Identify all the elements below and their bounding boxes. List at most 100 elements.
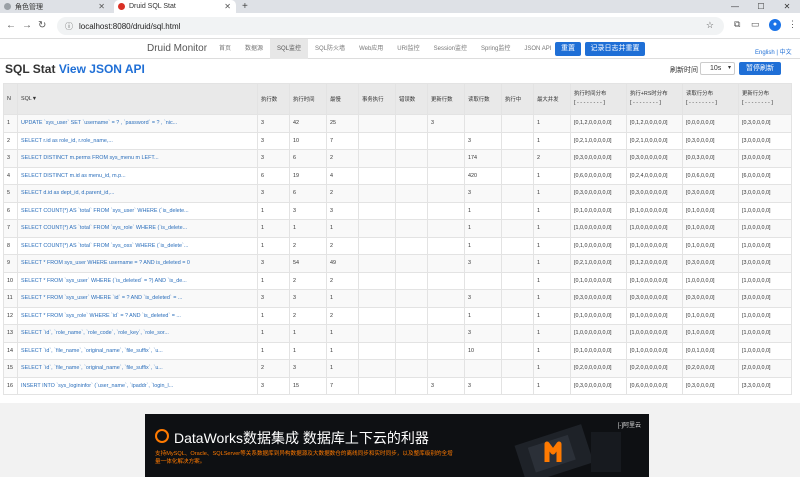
- table-cell: [0,1,0,0,0,0]: [682, 324, 739, 343]
- url-field[interactable]: ⓘ localhost:8080/druid/sql.html ☆: [57, 17, 724, 35]
- page-title-text: SQL Stat: [5, 62, 56, 76]
- table-cell: 3: [257, 149, 290, 168]
- forward-icon[interactable]: →: [22, 20, 32, 31]
- table-cell: 13: [3, 324, 18, 343]
- table-cell: [358, 166, 396, 185]
- table-header-col-exec-rs-dist: 执行+RS时分布 [ - - - - - - - - ]: [626, 83, 683, 115]
- table-cell: [1,0,0,0,0,0,0,0]: [570, 324, 627, 343]
- brand-title[interactable]: Druid Monitor: [147, 43, 207, 54]
- table-cell: [427, 236, 465, 255]
- refresh-interval-select[interactable]: 10s ▾: [700, 62, 735, 75]
- nav-sql-firewall[interactable]: SQL防火墙: [308, 39, 352, 59]
- language-switch: English | 中文: [755, 47, 792, 56]
- menu-kebab-icon[interactable]: ⋮: [788, 19, 797, 30]
- table-cell: [395, 359, 428, 378]
- sql-link[interactable]: SELECT * FROM `sys_role` WHERE `id` = ? …: [17, 306, 258, 325]
- table-header-col-sql[interactable]: SQL▼: [17, 83, 258, 115]
- table-cell: [358, 324, 396, 343]
- table-header-col-read-row-dist: 读取行分布 [ - - - - - - - - ]: [682, 83, 739, 115]
- table-cell: 1: [533, 201, 571, 220]
- table-cell: [395, 324, 428, 343]
- table-cell: 7: [3, 219, 18, 238]
- table-cell: [395, 306, 428, 325]
- lang-chinese-link[interactable]: 中文: [780, 50, 792, 56]
- table-cell: [427, 271, 465, 290]
- table-cell: [3,0,0,0,0,0]: [738, 149, 792, 168]
- dataworks-ad-banner[interactable]: DataWorks数据集成 数据库上下云的利器 支持MySQL、Oracle、S…: [145, 414, 649, 477]
- sql-link[interactable]: SELECT r.id as role_id, r.role_name,...: [17, 131, 258, 150]
- browser-tab-role-management[interactable]: 角色管理 ✕: [0, 0, 110, 13]
- sql-link[interactable]: SELECT `id`, `file_name`, `original_name…: [17, 341, 258, 360]
- nav-sql-monitor[interactable]: SQL监控: [270, 39, 309, 59]
- bookmark-star-icon[interactable]: ☆: [706, 20, 714, 31]
- table-cell: [0,3,0,0,0,0,0,0]: [570, 184, 627, 203]
- maximize-icon[interactable]: ☐: [748, 0, 774, 13]
- sql-link[interactable]: SELECT COUNT(*) AS `total` FROM `sys_rol…: [17, 219, 258, 238]
- lang-english-link[interactable]: English: [755, 50, 775, 56]
- close-icon[interactable]: ✕: [98, 2, 105, 11]
- table-cell: [358, 306, 396, 325]
- refresh-interval-label: 刷新时间: [670, 67, 698, 74]
- table-cell: [464, 271, 502, 290]
- table-cell: 4: [326, 166, 359, 185]
- page-favicon-icon: [4, 3, 11, 10]
- reload-icon[interactable]: ↻: [38, 20, 46, 31]
- sql-link[interactable]: SELECT DISTINCT m.id as menu_id, m.p...: [17, 166, 258, 185]
- nav-uri-monitor[interactable]: URI监控: [390, 39, 426, 59]
- table-row: 14 SELECT `id`, `file_name`, `original_na…: [3, 341, 792, 360]
- tab-title: Druid SQL Stat: [129, 3, 176, 10]
- table-cell: [358, 254, 396, 273]
- site-info-icon[interactable]: ⓘ: [65, 21, 73, 32]
- nav-spring-monitor[interactable]: Spring监控: [474, 39, 517, 59]
- table-cell: 1: [464, 236, 502, 255]
- sql-link[interactable]: UPDATE `sys_user` SET `username` = ? , `…: [17, 114, 258, 133]
- profile-avatar[interactable]: ●: [769, 19, 781, 31]
- table-cell: [0,2,1,0,0,0,0,0]: [570, 131, 627, 150]
- sql-link[interactable]: SELECT * FROM `sys_user` WHERE (`is_dele…: [17, 271, 258, 290]
- back-icon[interactable]: ←: [6, 20, 16, 31]
- browser-tab-druid-sql-stat[interactable]: Druid SQL Stat ✕: [114, 0, 236, 13]
- sql-link[interactable]: SELECT `id`, `file_name`, `original_name…: [17, 359, 258, 378]
- view-json-api-link[interactable]: View JSON API: [59, 62, 145, 76]
- table-cell: 2: [289, 236, 327, 255]
- sql-link[interactable]: SELECT * FROM sys_user WHERE username = …: [17, 254, 258, 273]
- sql-link[interactable]: SELECT d.id as dept_id, d.parent_id,...: [17, 184, 258, 203]
- extensions-icon[interactable]: ⧉: [734, 19, 740, 30]
- table-cell: [427, 219, 465, 238]
- table-cell: [358, 236, 396, 255]
- nav-web-app[interactable]: Web应用: [352, 39, 390, 59]
- table-cell: 9: [3, 254, 18, 273]
- header-dist-sublabel: [ - - - - - - - - ]: [686, 100, 717, 106]
- minimize-icon[interactable]: —: [722, 0, 748, 13]
- refresh-interval-value: 10s: [710, 65, 722, 72]
- table-cell: [0,3,0,0,0,0]: [682, 131, 739, 150]
- sql-link[interactable]: SELECT DISTINCT m.perms FROM sys_menu m …: [17, 149, 258, 168]
- window-close-icon[interactable]: ✕: [774, 0, 800, 13]
- table-cell: 49: [326, 254, 359, 273]
- table-cell: [0,3,0,0,0,0,0,0]: [626, 184, 683, 203]
- reset-button[interactable]: 重置: [555, 42, 581, 56]
- table-cell: 1: [533, 359, 571, 378]
- log-and-reset-button[interactable]: 记录日志并重置: [585, 42, 645, 56]
- table-cell: 6: [257, 166, 290, 185]
- stop-refresh-button[interactable]: 暂停刷新: [739, 62, 781, 75]
- page-header: SQL Stat View JSON API 刷新时间 10s ▾ 暂停刷新: [0, 61, 800, 79]
- table-cell: [0,0,3,0,0,0]: [682, 149, 739, 168]
- sql-link[interactable]: SELECT COUNT(*) AS `total` FROM `sys_use…: [17, 201, 258, 220]
- nav-datasource[interactable]: 数据源: [238, 39, 270, 59]
- table-header-col-read-rows: 读取行数: [464, 83, 502, 115]
- nav-json-api[interactable]: JSON API: [517, 39, 558, 59]
- table-cell: 1: [533, 289, 571, 308]
- new-tab-icon[interactable]: +: [242, 0, 248, 13]
- nav-session-monitor[interactable]: Session监控: [427, 39, 474, 59]
- sql-link[interactable]: SELECT `id`, `role_name`, `role_code`, `…: [17, 324, 258, 343]
- table-cell: [0,0,6,0,0,0]: [682, 166, 739, 185]
- sidebar-icon[interactable]: ▭: [751, 19, 760, 30]
- sql-link[interactable]: SELECT COUNT(*) AS `total` FROM `sys_oss…: [17, 236, 258, 255]
- sql-link[interactable]: INSERT INTO `sys_logininfor` (`user_name…: [17, 376, 258, 395]
- table-cell: 3: [427, 376, 465, 395]
- nav-home[interactable]: 首页: [212, 39, 238, 59]
- close-icon[interactable]: ✕: [224, 2, 231, 11]
- table-cell: 10: [464, 341, 502, 360]
- sql-link[interactable]: SELECT * FROM `sys_user` WHERE `id` = ? …: [17, 289, 258, 308]
